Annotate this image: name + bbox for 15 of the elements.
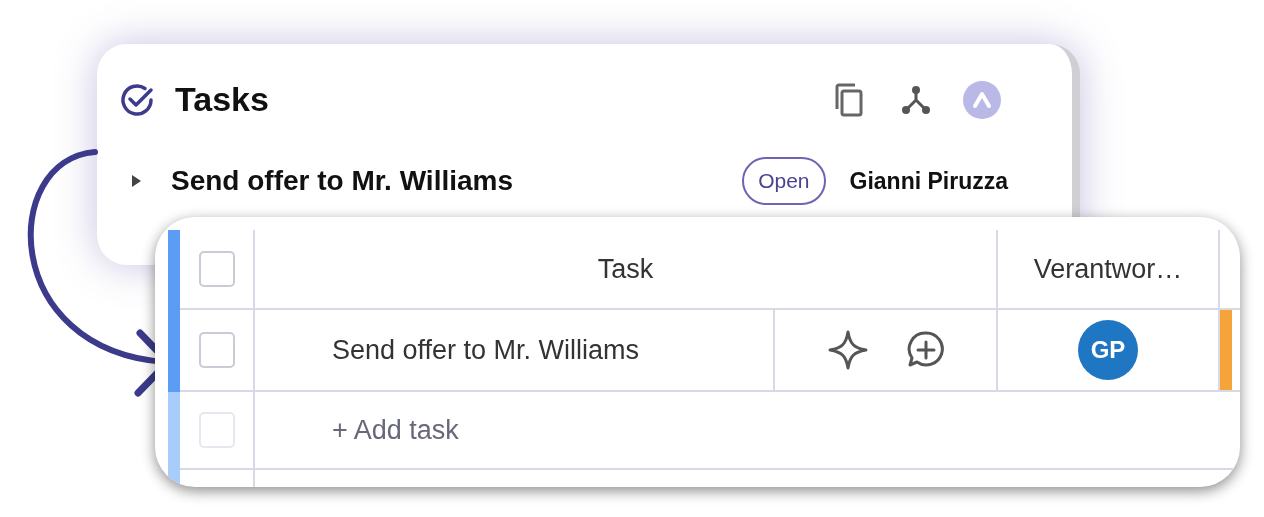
checkbox[interactable] [198,251,235,287]
column-header: Verantwor… [998,230,1220,308]
column-header: Task [255,230,998,308]
task-title: Send offer to Mr. Williams [171,163,513,198]
assignee-name: Gianni Piruzza [849,166,1008,196]
add-task-button[interactable]: + Add task [255,392,459,468]
copy-icon[interactable] [833,81,865,118]
hierarchy-icon[interactable] [900,83,932,116]
checkbox[interactable] [198,332,235,368]
card-title: Tasks [175,79,269,120]
status-pill: Open [742,157,826,205]
task-cell: Send offer to Mr. Williams [255,310,775,390]
add-comment-icon[interactable] [905,330,946,370]
avatar: GP [1078,320,1138,380]
caret-icon[interactable] [129,172,143,189]
